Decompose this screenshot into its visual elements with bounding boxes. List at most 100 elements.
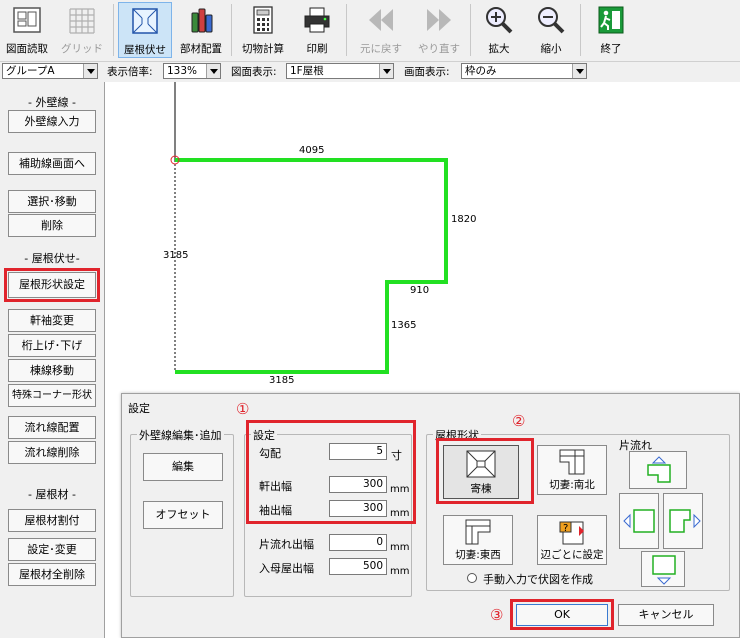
undo-label: 元に戻す [360, 43, 402, 55]
gable-ns-button[interactable]: 切妻:南北 [537, 445, 607, 495]
dialog-title: 設定 [128, 402, 150, 415]
undo-button[interactable]: 元に戻す [352, 2, 410, 58]
grid-button[interactable]: グリッド [54, 2, 110, 58]
chevron-down-icon[interactable] [83, 64, 97, 78]
calculator-icon [253, 6, 273, 34]
gable-input[interactable]: 500 [329, 558, 387, 575]
wall-input-button[interactable]: 外壁線入力 [8, 110, 96, 133]
zoom-out-icon [538, 7, 565, 34]
print-label: 印刷 [306, 43, 328, 55]
shed-input[interactable]: 0 [329, 534, 387, 551]
shed-north-button[interactable] [629, 451, 687, 489]
zoom-out-button[interactable]: 縮小 [526, 2, 576, 58]
flow-place-button[interactable]: 流れ線配置 [8, 416, 96, 439]
shed-north-icon [647, 456, 671, 483]
annotation-box-3 [510, 599, 614, 630]
grid-label: グリッド [61, 43, 103, 55]
edit-button[interactable]: 編集 [143, 453, 223, 481]
shed-south-button[interactable] [641, 551, 685, 587]
zoom-in-button[interactable]: 拡大 [474, 2, 524, 58]
chevron-down-icon[interactable] [572, 64, 586, 78]
cut-calculation-button[interactable]: 切物計算 [236, 2, 290, 58]
group-select[interactable]: グループA [2, 63, 98, 79]
shed-east-button[interactable] [663, 493, 703, 549]
zoom-in-icon [486, 7, 513, 34]
zoom-in-label: 拡大 [488, 43, 510, 55]
dimension-step: 910 [410, 285, 430, 296]
material-alloc-button[interactable]: 屋根材割付 [8, 509, 96, 532]
toolbar: 図面読取 グリッド 屋根伏せ 部材配置 切物計算 印刷 元に戻す やり直す 拡大… [0, 0, 740, 62]
gable-label: 入母屋出幅 [259, 562, 314, 575]
annotation-number-3: ③ [490, 606, 504, 624]
wall-edit-group-title: 外壁線編集･追加 [137, 427, 224, 443]
per-edge-button[interactable]: ? 辺ごとに設定 [537, 515, 607, 565]
screen-select[interactable]: 枠のみ [461, 63, 587, 79]
roof-shape-settings-button[interactable]: 屋根形状設定 [4, 268, 100, 302]
shed-west-icon [623, 509, 655, 533]
annotation-box-2 [436, 438, 534, 504]
chevron-down-icon[interactable] [206, 64, 220, 78]
manual-input-label: 手動入力で伏図を作成 [483, 573, 593, 586]
wall-edit-group: 外壁線編集･追加 編集 オフセット [130, 427, 234, 597]
shed-label: 片流れ出幅 [259, 538, 314, 551]
exit-button[interactable]: 終了 [588, 2, 634, 58]
printer-icon [304, 7, 330, 33]
shed-south-icon [652, 555, 676, 585]
aux-screen-button[interactable]: 補助線画面へ [8, 152, 96, 175]
toolbar-separator [113, 4, 114, 56]
special-corner-button[interactable]: 特殊コーナー形状 [8, 384, 96, 407]
gable-ew-label: 切妻:東西 [455, 549, 501, 561]
eave-change-button[interactable]: 軒袖変更 [8, 309, 96, 332]
material-delete-all-button[interactable]: 屋根材全削除 [8, 563, 96, 586]
cancel-button[interactable]: キャンセル [618, 604, 714, 626]
options-bar: グループA 表示倍率: 133% 図面表示: 1F屋根 画面表示: 枠のみ [0, 62, 740, 80]
double-right-arrow-icon [427, 9, 451, 31]
settings-dialog: 設定 外壁線編集･追加 編集 オフセット 設定 勾配 5 寸 軒出幅 300 m… [121, 393, 740, 638]
view-select-value: 1F屋根 [290, 65, 324, 77]
settings-change-button[interactable]: 設定･変更 [8, 538, 96, 561]
blueprint-icon [13, 7, 41, 33]
dimension-left: 3185 [163, 250, 189, 261]
select-move-button[interactable]: 選択･移動 [8, 190, 96, 213]
flow-delete-button[interactable]: 流れ線削除 [8, 441, 96, 464]
annotation-number-2: ② [512, 412, 526, 430]
cut-calculation-label: 切物計算 [242, 43, 284, 55]
toolbar-separator [346, 4, 347, 56]
toolbar-separator [231, 4, 232, 56]
print-button[interactable]: 印刷 [292, 2, 342, 58]
edit-document-icon: ? [559, 521, 584, 545]
offset-button[interactable]: オフセット [143, 501, 223, 529]
view-select[interactable]: 1F屋根 [286, 63, 394, 79]
gable-ew-icon [465, 519, 491, 545]
material-heading: - 屋根材 - [28, 488, 76, 501]
zoom-out-label: 縮小 [540, 43, 562, 55]
delete-button[interactable]: 削除 [8, 214, 96, 237]
redo-label: やり直す [418, 43, 460, 55]
chevron-down-icon[interactable] [379, 64, 393, 78]
beam-updown-button[interactable]: 桁上げ･下げ [8, 334, 96, 357]
radio-circle-icon[interactable] [467, 573, 477, 583]
zoom-select[interactable]: 133% [163, 63, 221, 79]
roof-plan-button[interactable]: 屋根伏せ [118, 2, 172, 58]
toolbar-separator [580, 4, 581, 56]
dimension-top: 4095 [299, 145, 325, 156]
exit-label: 終了 [600, 43, 622, 55]
shed-west-button[interactable] [619, 493, 659, 549]
zoom-select-value: 133% [167, 65, 198, 77]
toolbar-separator [470, 4, 471, 56]
dimension-bottom: 3185 [269, 375, 295, 386]
gable-ew-button[interactable]: 切妻:東西 [443, 515, 513, 565]
redo-button[interactable]: やり直す [410, 2, 468, 58]
dimension-right: 1820 [451, 214, 477, 225]
per-edge-label: 辺ごとに設定 [540, 549, 604, 561]
roof-outline [175, 158, 448, 374]
wall-heading: - 外壁線 - [28, 96, 76, 109]
ridge-move-button[interactable]: 棟線移動 [8, 359, 96, 382]
read-drawing-button[interactable]: 図面読取 [2, 2, 52, 58]
gable-ns-label: 切妻:南北 [549, 479, 595, 491]
screen-label: 画面表示: [404, 66, 450, 78]
gable-unit: mm [390, 566, 410, 577]
shed-east-icon [669, 509, 701, 533]
side-panel: - 外壁線 - 外壁線入力 補助線画面へ 選択･移動 削除 - 屋根伏せ- 屋根… [0, 82, 104, 638]
component-placement-button[interactable]: 部材配置 [174, 2, 228, 58]
